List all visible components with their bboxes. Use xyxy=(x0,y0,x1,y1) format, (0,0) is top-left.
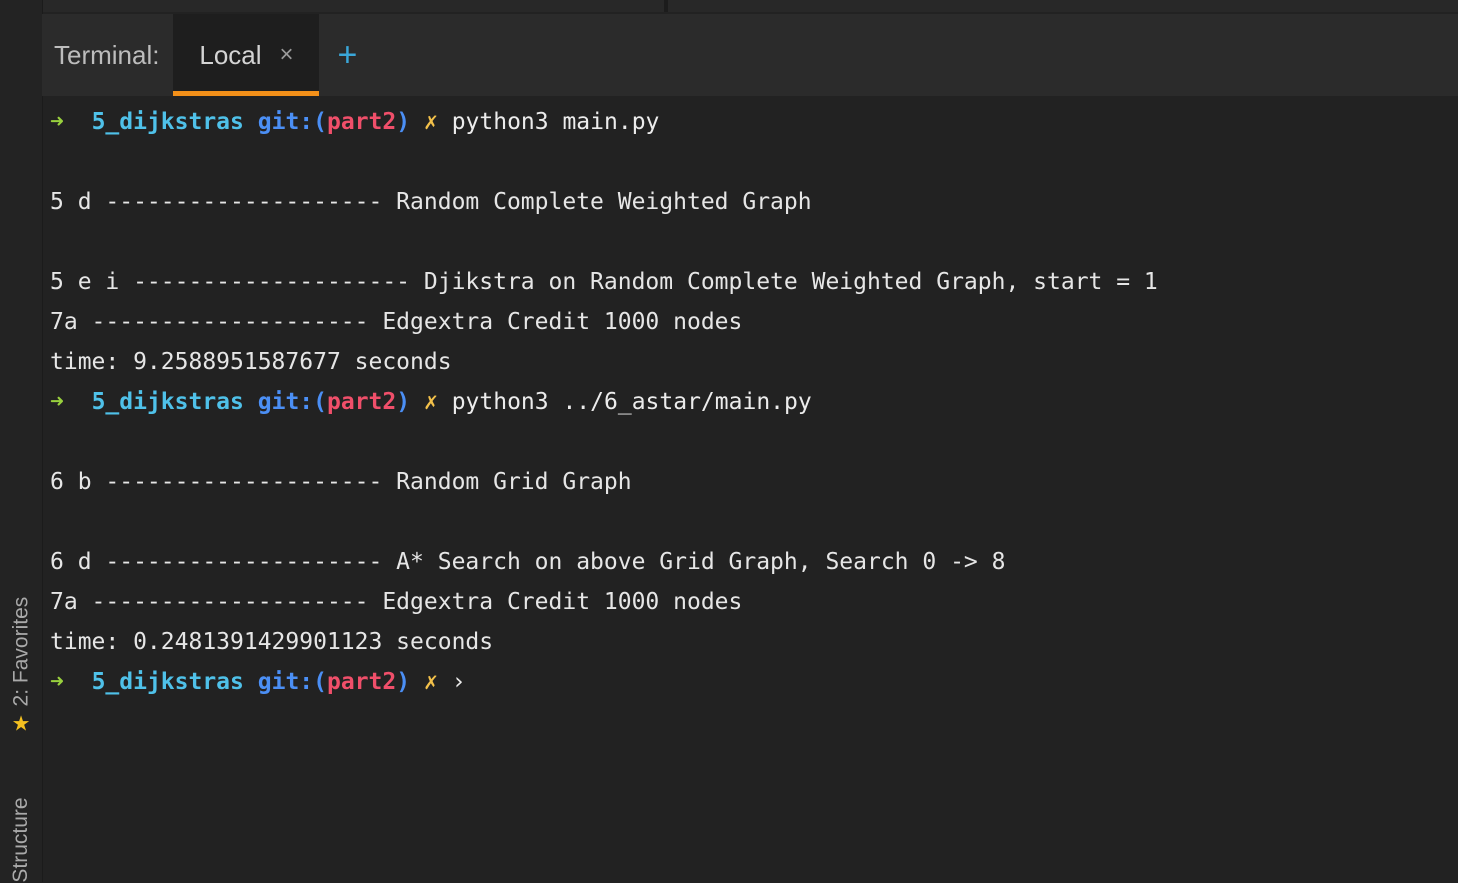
tool-window-sidebar: ★ 2: Favorites Structure xyxy=(0,0,43,883)
prompt-dir: 5_dijkstras xyxy=(91,669,244,695)
terminal-title: Terminal: xyxy=(54,39,160,70)
prompt-line: ➜ 5_dijkstras git:(part2) ✗ › xyxy=(50,662,1158,702)
prompt-git-suffix: ) xyxy=(396,109,411,135)
close-icon[interactable]: × xyxy=(280,41,294,69)
structure-label: Structure xyxy=(9,797,32,883)
command-text: python3 main.py xyxy=(451,109,660,135)
prompt-dirty-icon: ✗ xyxy=(423,669,438,695)
tab-local[interactable]: Local × xyxy=(173,14,320,96)
star-icon: ★ xyxy=(11,712,31,736)
add-icon[interactable]: + xyxy=(337,36,357,75)
prompt-line: ➜ 5_dijkstras git:(part2) ✗ python3 main… xyxy=(50,102,1158,142)
structure-tool-tab[interactable]: Structure xyxy=(9,797,33,882)
output-line: 5 d -------------------- Random Complete… xyxy=(50,189,812,215)
prompt-arrow-icon: ➜ xyxy=(50,109,64,135)
prompt-git-prefix: git:( xyxy=(257,669,327,695)
command-text: python3 ../6_astar/main.py xyxy=(451,389,812,415)
active-tab-indicator xyxy=(173,91,320,96)
prompt-dirty-icon: ✗ xyxy=(423,389,438,415)
prompt-git-prefix: git:( xyxy=(257,389,327,415)
prompt-line: ➜ 5_dijkstras git:(part2) ✗ python3 ../6… xyxy=(50,382,1158,422)
prompt-branch: part2 xyxy=(327,669,397,695)
prompt-branch: part2 xyxy=(327,109,397,135)
output-line: 7a -------------------- Edgextra Credit … xyxy=(50,309,743,335)
output-line: 6 b -------------------- Random Grid Gra… xyxy=(50,469,632,495)
output-line: time: 9.2588951587677 seconds xyxy=(50,349,452,375)
tab-local-label: Local xyxy=(199,39,262,70)
prompt-git-prefix: git:( xyxy=(257,109,327,135)
cursor-icon: › xyxy=(451,669,466,695)
terminal-tab-bar: Terminal: Local × + xyxy=(42,14,1458,96)
prompt-dirty-icon: ✗ xyxy=(423,109,438,135)
favorites-label: 2: Favorites xyxy=(9,596,32,707)
prompt-git-suffix: ) xyxy=(396,389,411,415)
output-line: 6 d -------------------- A* Search on ab… xyxy=(50,549,1006,575)
top-strip-right xyxy=(668,0,1458,12)
prompt-branch: part2 xyxy=(327,389,397,415)
prompt-git-suffix: ) xyxy=(396,669,411,695)
output-line: 5 e i -------------------- Djikstra on R… xyxy=(50,269,1158,295)
prompt-dir: 5_dijkstras xyxy=(91,109,244,135)
prompt-dir: 5_dijkstras xyxy=(91,389,244,415)
prompt-arrow-icon: ➜ xyxy=(50,669,64,695)
prompt-arrow-icon: ➜ xyxy=(50,389,64,415)
output-line: time: 0.2481391429901123 seconds xyxy=(50,629,494,655)
output-line: 7a -------------------- Edgextra Credit … xyxy=(50,589,743,615)
top-strip-left xyxy=(42,0,664,12)
top-strip xyxy=(0,0,1458,12)
favorites-tool-tab[interactable]: ★ 2: Favorites xyxy=(9,596,34,736)
terminal-output[interactable]: ➜ 5_dijkstras git:(part2) ✗ python3 main… xyxy=(50,102,1158,702)
